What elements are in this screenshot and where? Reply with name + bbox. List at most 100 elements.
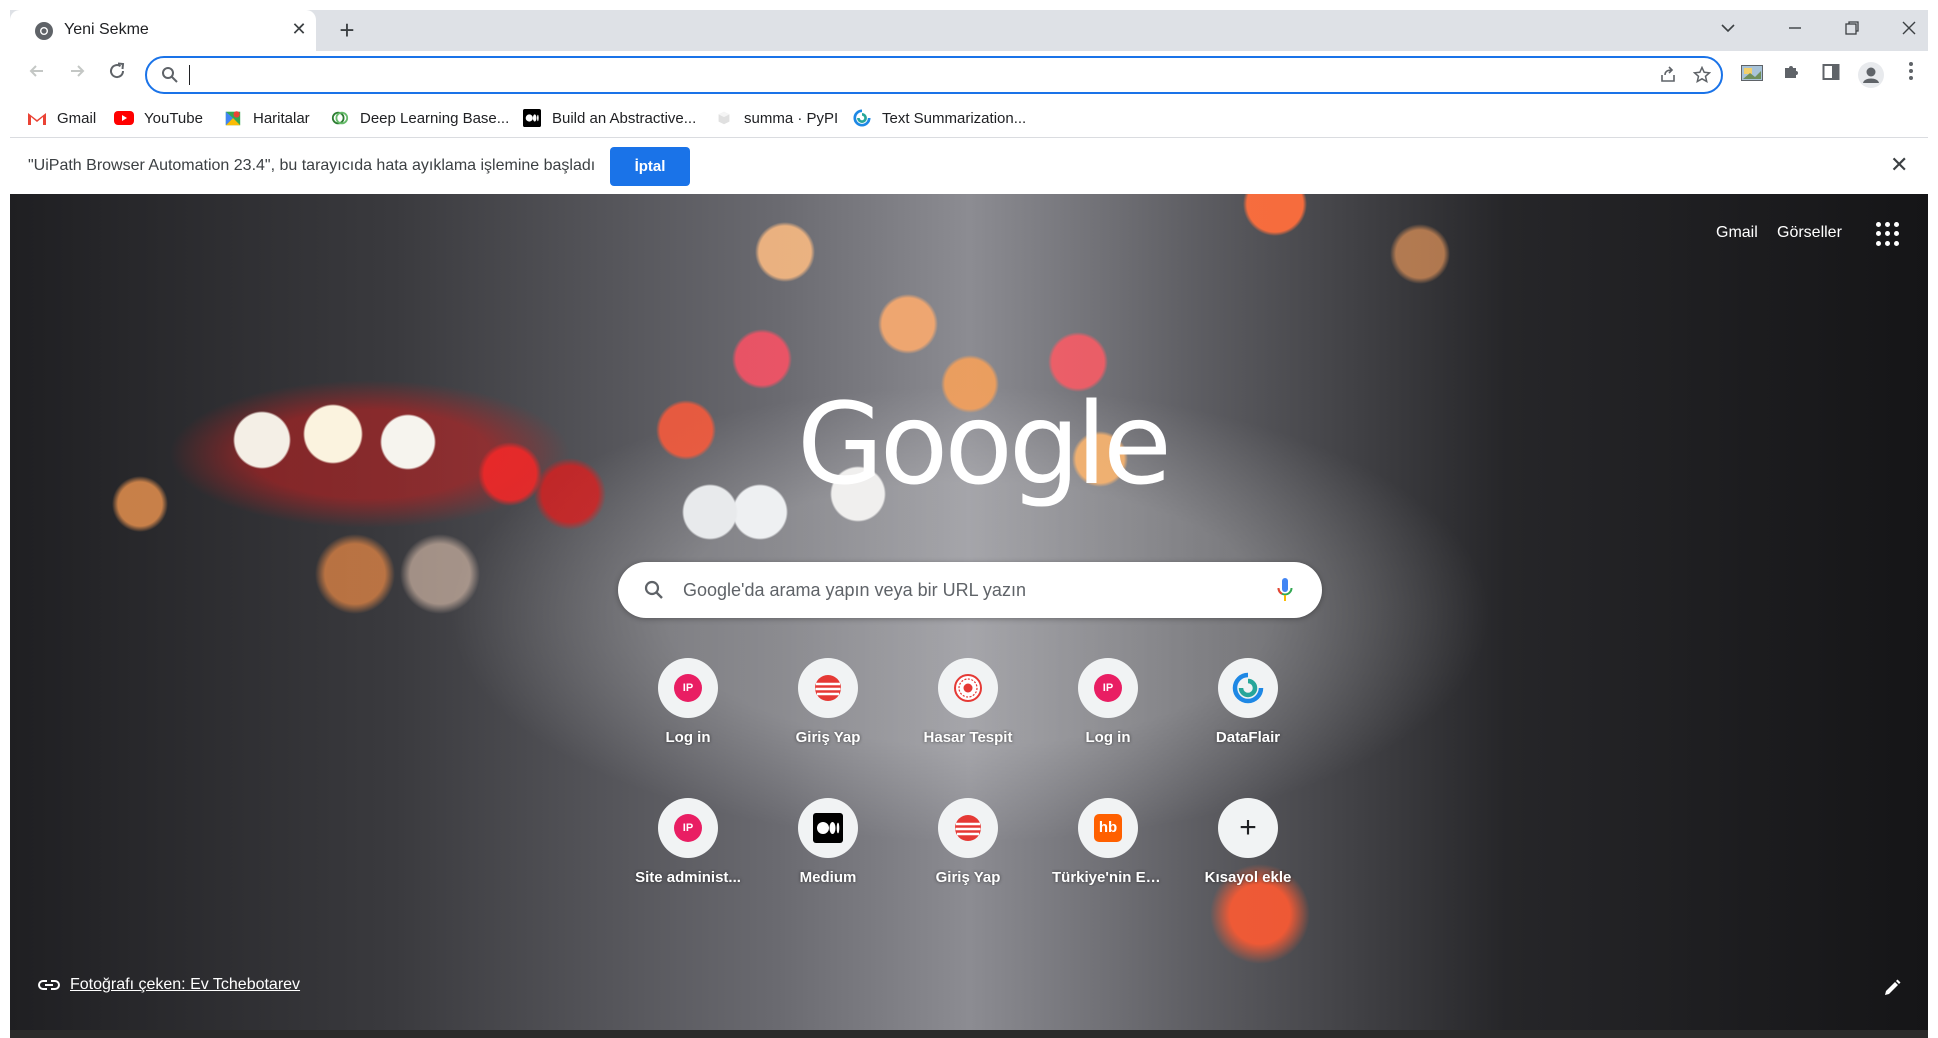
ip-icon: IP	[1094, 674, 1122, 702]
back-arrow-icon	[29, 65, 43, 77]
add-shortcut-tile[interactable]: + Kısayol ekle	[1192, 782, 1304, 894]
browser-window: Yeni Sekme ✕ + Gmail YouTube Haritalar D…	[0, 0, 1938, 1038]
shortcut-label: DataFlair	[1215, 729, 1281, 746]
medium-icon	[523, 109, 541, 127]
bookmark-deep-learning[interactable]: Deep Learning Base...	[330, 106, 509, 130]
maps-icon	[225, 111, 241, 126]
bookmark-label: summa · PyPI	[744, 109, 839, 127]
images-link[interactable]: Görseller	[1777, 224, 1842, 242]
shortcut-icon-circle: hb	[1078, 798, 1138, 858]
shortcut-tile[interactable]: hb Türkiye'nin En...	[1052, 782, 1164, 894]
search-icon	[162, 67, 178, 83]
back-button[interactable]	[24, 61, 50, 87]
extensions-puzzle-icon[interactable]	[1777, 61, 1805, 89]
profile-avatar-icon[interactable]	[1857, 61, 1885, 89]
tab-new-tab[interactable]: Yeni Sekme ✕	[10, 10, 316, 51]
ip-icon: IP	[674, 814, 702, 842]
minimize-button[interactable]	[1780, 16, 1810, 46]
shortcut-icon-circle: IP	[1078, 658, 1138, 718]
bookmark-label: Haritalar	[253, 109, 310, 127]
shortcut-label: Giriş Yap	[795, 729, 861, 746]
ip-icon: IP	[674, 674, 702, 702]
microphone-icon[interactable]	[1276, 577, 1294, 603]
shortcut-label: Türkiye'nin En...	[1052, 869, 1164, 886]
bottom-edge	[10, 1030, 1928, 1038]
forward-button[interactable]	[64, 61, 90, 87]
infobar-close-icon[interactable]: ✕	[1890, 152, 1908, 178]
cancel-debugging-button[interactable]: İptal	[610, 147, 690, 186]
bookmark-maps[interactable]: Haritalar	[223, 106, 310, 130]
bookmark-summa-pypi[interactable]: summa · PyPI	[714, 106, 838, 130]
shortcut-label: Kısayol ekle	[1204, 869, 1292, 886]
shortcut-label: Giriş Yap	[935, 869, 1001, 886]
pypi-icon	[718, 111, 730, 125]
striped-globe-icon	[955, 815, 981, 841]
google-apps-icon[interactable]	[1876, 222, 1900, 246]
shortcut-tile[interactable]: IP Site administ...	[632, 782, 744, 894]
text-caret	[189, 65, 190, 85]
tab-close-icon[interactable]: ✕	[289, 19, 309, 39]
toolbar	[10, 51, 1928, 98]
search-box[interactable]: Google'da arama yapın veya bir URL yazın	[618, 562, 1322, 618]
google-logo: Google	[797, 380, 1172, 510]
debugging-infobar: "UiPath Browser Automation 23.4", bu tar…	[10, 138, 1928, 193]
bookmark-gmail[interactable]: Gmail	[27, 106, 96, 130]
shortcut-tile[interactable]: IP Log in	[632, 642, 744, 754]
gmail-icon	[28, 113, 46, 125]
address-bar[interactable]	[145, 56, 1723, 94]
bookmark-youtube[interactable]: YouTube	[114, 106, 203, 130]
close-window-button[interactable]	[1894, 16, 1924, 46]
shortcut-icon-circle	[798, 658, 858, 718]
shortcut-tile[interactable]: Hasar Tespit	[912, 642, 1024, 754]
address-input[interactable]	[187, 63, 1627, 87]
shortcut-icon-circle: IP	[658, 658, 718, 718]
bookmark-label: YouTube	[144, 109, 203, 127]
shortcut-icon-circle: IP	[658, 798, 718, 858]
share-icon[interactable]	[1657, 66, 1679, 88]
plus-icon: +	[1239, 811, 1257, 844]
hb-icon: hb	[1094, 814, 1122, 842]
shortcut-icon-circle	[798, 798, 858, 858]
shortcut-label: Site administ...	[635, 869, 741, 886]
seal-icon	[954, 674, 982, 702]
reload-icon	[110, 62, 125, 79]
shortcut-tile[interactable]: DataFlair	[1192, 642, 1304, 754]
shortcut-tile[interactable]: Giriş Yap	[772, 642, 884, 754]
restore-button[interactable]	[1837, 16, 1867, 46]
shortcut-icon-circle	[938, 658, 998, 718]
tab-strip: Yeni Sekme ✕ +	[10, 10, 1928, 51]
menu-kebab-icon[interactable]	[1897, 61, 1925, 89]
shortcut-label: Medium	[799, 869, 857, 886]
striped-globe-icon	[815, 675, 841, 701]
infobar-message: "UiPath Browser Automation 23.4", bu tar…	[28, 157, 596, 174]
shortcut-tile[interactable]: Giriş Yap	[912, 782, 1024, 894]
bookmark-text-summarization[interactable]: Text Summarization...	[852, 106, 1026, 130]
shortcut-icon-circle	[938, 798, 998, 858]
chrome-icon	[35, 22, 53, 40]
reload-button[interactable]	[104, 61, 130, 87]
new-tab-button[interactable]: +	[334, 17, 360, 44]
bookmark-star-icon[interactable]	[1691, 65, 1713, 88]
shortcut-icon-circle	[1218, 658, 1278, 718]
photo-credit-text: Fotoğrafı çeken: Ev Tchebotarev	[70, 976, 301, 993]
gmail-link[interactable]: Gmail	[1716, 224, 1758, 242]
photo-credit-link[interactable]: Fotoğrafı çeken: Ev Tchebotarev	[38, 976, 300, 994]
medium-icon	[813, 813, 843, 843]
tab-search-dropdown-icon[interactable]	[1713, 16, 1743, 46]
forward-arrow-icon	[71, 65, 85, 77]
customize-pencil-icon[interactable]	[1882, 978, 1902, 998]
shortcut-icon-circle: +	[1218, 798, 1278, 858]
search-icon	[644, 580, 663, 599]
shortcut-tile[interactable]: IP Log in	[1052, 642, 1164, 754]
shortcut-tile[interactable]: Medium	[772, 782, 884, 894]
extension-image-icon[interactable]	[1738, 61, 1766, 89]
bookmark-build-abstractive[interactable]: Build an Abstractive...	[522, 106, 696, 130]
side-panel-icon[interactable]	[1817, 61, 1845, 89]
new-tab-page: Gmail Görseller Google Google'da arama y…	[10, 194, 1928, 1030]
bookmark-label: Build an Abstractive...	[552, 109, 697, 127]
link-icon	[38, 980, 60, 990]
shortcut-label: Log in	[1085, 729, 1131, 746]
bookmark-label: Deep Learning Base...	[360, 109, 510, 127]
dataflair-icon	[853, 109, 871, 127]
bookmarks-bar: Gmail YouTube Haritalar Deep Learning Ba…	[10, 98, 1928, 138]
